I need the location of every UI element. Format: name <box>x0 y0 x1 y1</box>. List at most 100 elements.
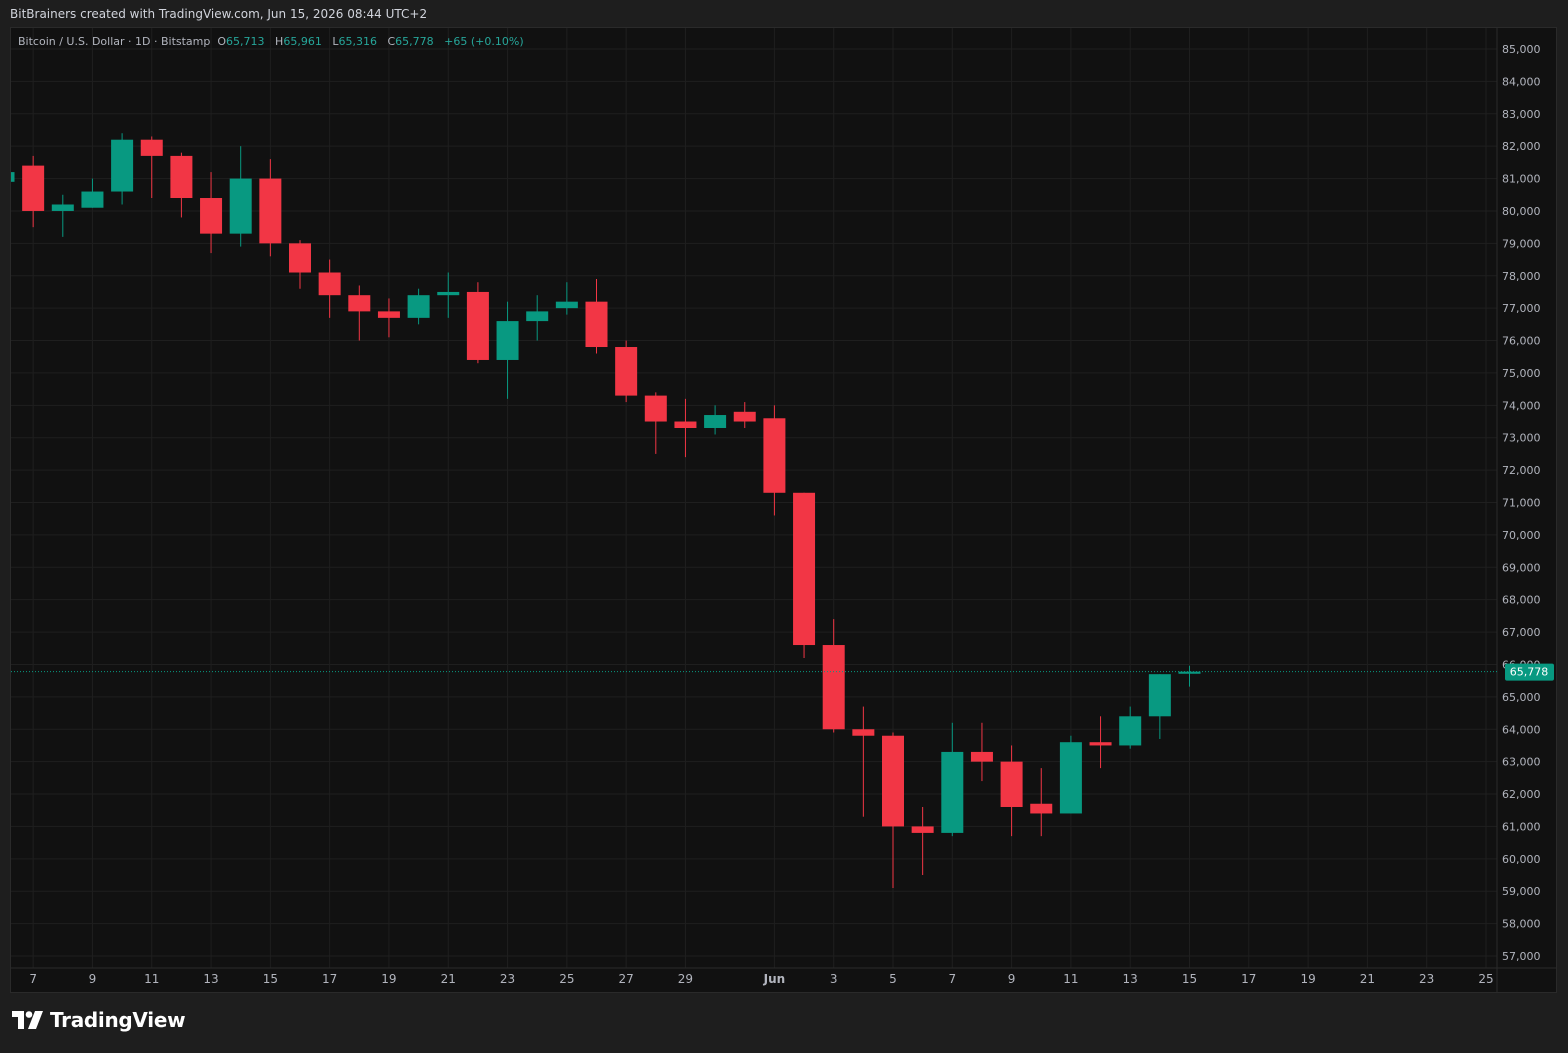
candle-body <box>763 418 786 493</box>
y-tick-label: 68,000 <box>1502 594 1541 607</box>
candle-body <box>585 301 608 348</box>
candle <box>1089 716 1112 769</box>
candle-body <box>51 204 74 211</box>
x-tick-label: Jun <box>763 972 786 986</box>
y-tick-label: 82,000 <box>1502 140 1541 153</box>
candle <box>11 172 15 182</box>
candle-body <box>407 295 430 318</box>
candle-body <box>11 172 15 182</box>
y-tick-label: 81,000 <box>1502 173 1541 186</box>
y-tick-label: 71,000 <box>1502 497 1541 510</box>
tradingview-logo-icon <box>12 1011 43 1029</box>
candle-body <box>615 347 638 396</box>
y-tick-label: 75,000 <box>1502 367 1541 380</box>
y-tick-label: 83,000 <box>1502 108 1541 121</box>
x-tick-label: 21 <box>1360 972 1375 986</box>
candle-body <box>466 291 489 360</box>
candle-body <box>348 295 371 312</box>
logo-text: TradingView <box>50 1008 186 1032</box>
candle <box>1178 665 1201 687</box>
candle <box>289 240 311 289</box>
x-tick-label: 21 <box>441 972 456 986</box>
candle-body <box>1030 803 1053 814</box>
x-tick-label: 25 <box>559 972 574 986</box>
candle-body <box>970 751 993 762</box>
candle-body <box>852 729 875 736</box>
y-tick-label: 70,000 <box>1502 529 1541 542</box>
y-tick-label: 63,000 <box>1502 756 1541 769</box>
y-tick-label: 58,000 <box>1502 918 1541 931</box>
y-tick-label: 79,000 <box>1502 237 1541 250</box>
candle-body <box>140 139 163 156</box>
x-tick-label: 19 <box>381 972 396 986</box>
candle <box>200 172 223 254</box>
close-label: C <box>387 35 396 48</box>
x-tick-label: 17 <box>1241 972 1256 986</box>
candle <box>1059 735 1082 814</box>
candle-body <box>555 301 578 309</box>
open-value: 65,713 <box>226 35 265 48</box>
x-tick-label: 3 <box>830 972 838 986</box>
x-tick-label: 7 <box>29 972 37 986</box>
candle-body <box>81 191 104 208</box>
candle-body <box>377 311 400 318</box>
candle <box>615 340 638 403</box>
x-tick-label: 5 <box>889 972 897 986</box>
candle <box>970 722 993 782</box>
y-tick-label: 65,000 <box>1502 691 1541 704</box>
candle <box>882 732 904 888</box>
close-value: 65,778 <box>395 35 434 48</box>
chart-panel[interactable]: 7 9 11 13 15 17 19 21 23 25 27 29 Jun 3 5 7 9 11 13 15 17 19 2… <box>10 27 1557 993</box>
y-axis-labels: 85,000 84,000 83,000 82,000 81,000 80,000 79,0… <box>1502 43 1541 963</box>
candle <box>526 295 549 341</box>
candle-body <box>526 311 549 322</box>
x-tick-label: 19 <box>1300 972 1315 986</box>
tradingview-logo[interactable]: TradingView <box>12 1008 186 1032</box>
x-axis-labels: 7 9 11 13 15 17 19 21 23 25 27 29 Jun 3 5 7 9 11 13 15 17 19 2… <box>29 972 1493 986</box>
y-tick-label: 60,000 <box>1502 853 1541 866</box>
y-tick-label: 77,000 <box>1502 302 1541 315</box>
candle <box>229 146 252 247</box>
y-tick-label: 72,000 <box>1502 464 1541 477</box>
candle <box>437 272 460 318</box>
candle <box>1000 745 1023 837</box>
candle-body <box>793 492 816 646</box>
candle-body <box>941 751 964 833</box>
candle-body <box>318 272 341 296</box>
candle <box>822 619 845 733</box>
candle-body <box>822 645 845 730</box>
candlestick-chart[interactable]: 7 9 11 13 15 17 19 21 23 25 27 29 Jun 3 5 7 9 11 13 15 17 19 2… <box>11 28 1556 992</box>
candle-body <box>1148 674 1171 717</box>
candle <box>407 288 430 325</box>
candle-body <box>496 321 519 360</box>
y-tick-label: 74,000 <box>1502 399 1541 412</box>
y-tick-label: 69,000 <box>1502 561 1541 574</box>
candle-body <box>200 198 223 234</box>
candle-body <box>170 155 193 199</box>
y-tick-label: 62,000 <box>1502 788 1541 801</box>
candle-body <box>259 178 282 244</box>
candle-body <box>704 415 727 428</box>
y-tick-label: 67,000 <box>1502 626 1541 639</box>
candle <box>1119 706 1142 749</box>
y-tick-label: 80,000 <box>1502 205 1541 218</box>
candle-body <box>1089 742 1112 746</box>
y-tick-label: 73,000 <box>1502 432 1541 445</box>
x-tick-label: 29 <box>678 972 693 986</box>
candle-body <box>289 243 311 273</box>
grid-lines <box>11 28 1556 992</box>
x-tick-label: 15 <box>263 972 278 986</box>
x-tick-label: 11 <box>144 972 159 986</box>
candle <box>81 178 104 208</box>
candle <box>466 282 489 364</box>
candles <box>11 133 1201 888</box>
candle-body <box>733 411 756 422</box>
candle-body <box>1059 742 1082 814</box>
symbol-description[interactable]: Bitcoin / U.S. Dollar · 1D · Bitstamp <box>18 35 210 48</box>
x-tick-label: 7 <box>948 972 956 986</box>
attribution-text: BitBrainers created with TradingView.com… <box>10 7 428 21</box>
x-tick-label: 23 <box>500 972 515 986</box>
candle-body <box>1000 761 1023 807</box>
candle <box>555 282 578 315</box>
candle <box>259 159 282 257</box>
